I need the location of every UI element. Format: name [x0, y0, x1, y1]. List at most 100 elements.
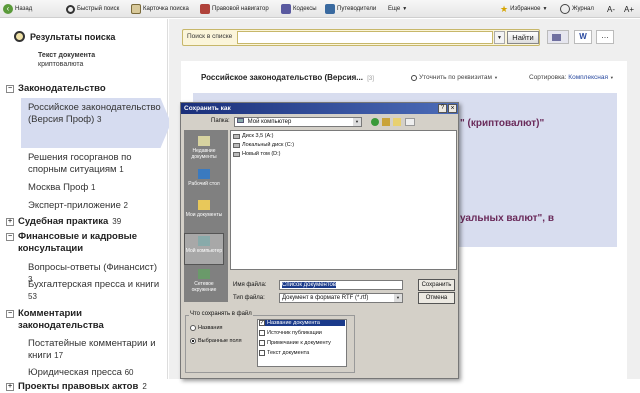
dialog-title: Сохранить как	[184, 105, 231, 112]
word-export-button[interactable]: W	[574, 30, 592, 44]
recent-documents-icon	[198, 136, 210, 146]
section-legislation-comments[interactable]: − Комментарии законодательства	[6, 308, 164, 332]
checkbox-publication-source[interactable]: Источник публикации	[259, 330, 322, 336]
guides-button[interactable]: Путеводители	[325, 3, 376, 15]
item-count: 17	[54, 351, 64, 360]
item-label: Юридическая пресса	[28, 367, 122, 378]
folder-value: Мой компьютер	[247, 119, 292, 125]
filename-input[interactable]: Список документов	[279, 280, 403, 290]
new-folder-icon[interactable]	[393, 118, 401, 126]
item-label: Российское законодательство (Версия Проф…	[28, 102, 161, 125]
journal-button[interactable]: Журнал	[560, 3, 594, 15]
section-court-practice[interactable]: + Судебная практика 39	[6, 216, 121, 228]
more-actions-button[interactable]: …	[596, 30, 614, 44]
checkbox-label: Примечание к документу	[267, 340, 331, 346]
drive-label: Локальный диск (C:)	[242, 142, 295, 148]
drive-d[interactable]: Новый том (D:)	[233, 151, 281, 157]
sort-control[interactable]: Сортировка: Комплексная ▼	[529, 74, 614, 81]
folder-label: Папка:	[211, 118, 230, 124]
place-label: Сетевое окружение	[191, 281, 217, 293]
up-folder-icon[interactable]	[382, 118, 390, 126]
legal-navigator-button[interactable]: Правовой навигатор	[200, 3, 269, 15]
document-header-title: Российское законодательство (Версия... […	[201, 73, 374, 82]
filetype-select[interactable]: Документ в формате RTF (*.rtf)	[279, 293, 403, 303]
sort-value: Комплексная	[568, 74, 608, 81]
section-label: Законодательство	[18, 83, 106, 94]
hard-drive-icon	[233, 142, 240, 148]
find-button[interactable]: Найти	[507, 31, 539, 44]
view-menu-icon[interactable]	[405, 118, 415, 126]
checkbox-label: Название документа	[267, 320, 320, 326]
filetype-value: Документ в формате RTF (*.rtf)	[282, 295, 369, 301]
list-item-moscow-prof[interactable]: Москва Проф 1	[28, 182, 164, 194]
drive-a[interactable]: Диск 3,5 (A:)	[233, 133, 274, 139]
checkbox-doc-title[interactable]: ✓ Название документа	[259, 320, 345, 326]
place-my-computer[interactable]: Мой компьютер	[184, 233, 224, 265]
section-finance-consultations[interactable]: − Финансовые и кадровые консультации	[6, 231, 164, 255]
list-item-accounting-press[interactable]: Бухгалтерская пресса и книги 53	[28, 279, 164, 303]
collapse-icon[interactable]: −	[6, 310, 14, 318]
list-search-input[interactable]	[237, 31, 493, 44]
back-nav-icon[interactable]	[371, 118, 379, 126]
codes-icon	[281, 4, 291, 14]
folder-dropdown-button[interactable]: ▼	[353, 118, 361, 126]
item-count: 53	[28, 292, 37, 301]
place-desktop[interactable]: Рабочий стол	[184, 169, 224, 197]
collapse-icon[interactable]: −	[6, 233, 14, 241]
list-item-expert-app[interactable]: Эксперт-приложение 2	[28, 200, 164, 212]
back-button[interactable]: ‹ Назад	[3, 3, 32, 15]
cancel-button[interactable]: Отмена	[418, 292, 455, 304]
favorites-menu[interactable]: ★ Избранное ▼	[500, 3, 547, 15]
expand-icon[interactable]: +	[6, 383, 14, 391]
radio-icon	[190, 325, 196, 331]
codes-button[interactable]: Кодексы	[281, 3, 317, 15]
quick-search-button[interactable]: Быстрый поиск	[66, 3, 119, 15]
checkbox-doc-text[interactable]: Текст документа	[259, 350, 309, 356]
more-menu[interactable]: Еще ▼	[388, 3, 407, 15]
checkbox-doc-note[interactable]: Примечание к документу	[259, 340, 331, 346]
print-button[interactable]	[547, 30, 569, 44]
list-item-russian-legislation[interactable]: Российское законодательство (Версия Проф…	[28, 102, 164, 126]
place-label: Недавние документы	[191, 148, 217, 160]
computer-icon	[237, 118, 244, 123]
filetype-label: Тип файла:	[233, 295, 265, 301]
save-button[interactable]: Сохранить	[418, 279, 455, 291]
chevron-down-icon: ▼	[542, 6, 548, 12]
list-item-article-comments[interactable]: Постатейные комментарии и книги 17	[28, 338, 164, 362]
journal-label: Журнал	[572, 6, 594, 12]
refine-by-details[interactable]: Уточнить по реквизитам ▼	[411, 74, 498, 81]
place-network[interactable]: Сетевое окружение	[184, 269, 224, 299]
close-button[interactable]: ×	[448, 104, 457, 113]
sort-label: Сортировка:	[529, 74, 567, 81]
guides-label: Путеводители	[337, 6, 377, 12]
folder-select[interactable]: Мой компьютер	[234, 117, 362, 127]
search-results-panel: Результаты поиска Текст документа крипто…	[0, 19, 171, 392]
search-card-button[interactable]: Карточка поиска	[131, 3, 189, 15]
place-my-documents[interactable]: Мои документы	[184, 200, 224, 230]
place-recent[interactable]: Недавние документы	[184, 136, 224, 166]
list-item-legal-press[interactable]: Юридическая пресса 60	[28, 367, 164, 379]
section-draft-acts[interactable]: + Проекты правовых актов 2	[6, 381, 147, 393]
radio-selected-fields[interactable]: Выбранные поля	[190, 338, 242, 344]
list-search-bar: Поиск в списке ▼ Найти	[182, 29, 540, 46]
checkbox-label: Источник публикации	[267, 330, 322, 336]
radio-names[interactable]: Названия	[190, 325, 223, 331]
search-dropdown-button[interactable]: ▼	[494, 31, 505, 44]
list-item-state-decisions[interactable]: Решения госорганов по спорным ситуациям …	[28, 152, 164, 176]
item-label: Бухгалтерская пресса и книги	[28, 279, 160, 290]
collapse-icon[interactable]: −	[6, 85, 14, 93]
item-count: 2	[123, 201, 128, 210]
header-title-text: Российское законодательство (Версия...	[201, 73, 363, 82]
clock-icon	[560, 4, 570, 14]
drive-c[interactable]: Локальный диск (C:)	[233, 142, 294, 148]
my-computer-icon	[198, 236, 210, 246]
font-decrease-button[interactable]: A-	[607, 3, 615, 15]
desktop-icon	[198, 169, 210, 179]
expand-icon[interactable]: +	[6, 218, 14, 226]
font-increase-button[interactable]: A+	[624, 3, 634, 15]
printer-icon	[552, 34, 561, 41]
filetype-dropdown-icon[interactable]: ▼	[394, 294, 402, 302]
help-button[interactable]: ?	[438, 104, 447, 113]
section-label: Судебная практика	[18, 216, 109, 227]
section-legislation[interactable]: − Законодательство	[6, 83, 106, 95]
